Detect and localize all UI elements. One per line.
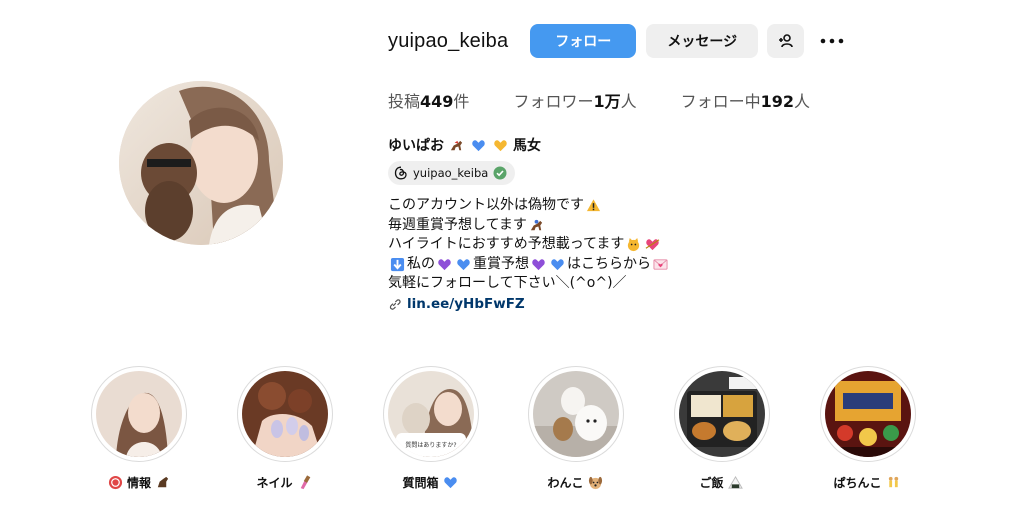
- profile-stats: 投稿 449 件 フォロワー 1万人 フォロー中 192 人: [388, 88, 854, 112]
- profile-avatar[interactable]: [119, 81, 283, 245]
- highlight-cover: 質問はありますか?: [388, 371, 474, 457]
- purple-heart-emoji: [437, 257, 452, 272]
- display-name-suffix: 馬女: [513, 138, 541, 154]
- blue-heart-emoji: [550, 257, 565, 272]
- highlight-ring: [820, 366, 916, 462]
- love-letter-emoji: [653, 257, 668, 272]
- highlight-ring: [528, 366, 624, 462]
- following-count[interactable]: フォロー中 192 人: [681, 88, 810, 112]
- highlight-ring: 質問はありますか?: [383, 366, 479, 462]
- bio-line-2: 毎週重賞予想してます: [388, 216, 527, 233]
- secret-emoji: [108, 475, 123, 490]
- bio-line: ハイライトにおすすめ予想載ってます: [388, 235, 670, 255]
- dog-face-emoji: [588, 475, 603, 490]
- blue-heart-emoji: [456, 257, 471, 272]
- bio-line-4-c: はこちらから: [567, 255, 651, 272]
- highlight-label: ぱちんこ: [833, 474, 902, 491]
- bio-line: このアカウント以外は偽物です: [388, 196, 670, 216]
- highlight-label-text: ぱちんこ: [833, 476, 882, 490]
- posts-value: 449: [420, 92, 454, 111]
- highlight-label: ネイル: [256, 474, 313, 491]
- highlight-ring: [237, 366, 333, 462]
- suggest-users-button[interactable]: [767, 24, 805, 58]
- yellow-heart-emoji: [493, 138, 508, 153]
- followers-label: フォロワー: [513, 92, 594, 111]
- highlight-ring: [91, 366, 187, 462]
- highlight-label-text: わんこ: [547, 476, 584, 490]
- bio-line: 私の 重賞予想 はこちらから: [388, 255, 670, 275]
- following-label: フォロー中: [680, 92, 761, 111]
- username[interactable]: yuipao_keiba: [388, 30, 508, 53]
- horse-emoji: [155, 475, 170, 490]
- posts-unit: 件: [453, 92, 470, 111]
- options-button[interactable]: [818, 24, 846, 58]
- verified-icon: [493, 166, 507, 180]
- threads-icon: [394, 166, 407, 180]
- story-highlights: 情報 ネイル 質問はありますか? 質問箱 わんこ ご飯 ぱちんこ: [0, 366, 1024, 516]
- highlight-label-text: 情報: [126, 476, 151, 490]
- threads-badge[interactable]: yuipao_keiba: [388, 161, 516, 185]
- highlight-cover: [96, 371, 182, 457]
- profile-link[interactable]: lin.ee/yHbFwFZ: [388, 296, 525, 312]
- highlight-info[interactable]: 情報: [84, 366, 194, 491]
- purple-heart-emoji: [531, 257, 546, 272]
- question-card-text: 質問はありますか?: [405, 441, 456, 449]
- highlight-label-text: ネイル: [256, 476, 293, 490]
- profile-link-text: lin.ee/yHbFwFZ: [407, 296, 525, 312]
- highlight-label: 質問箱: [402, 474, 459, 491]
- highlight-cover: [242, 371, 328, 457]
- add-user-icon: [778, 34, 793, 48]
- highlight-cover: [533, 371, 619, 457]
- highlight-cover: [679, 371, 765, 457]
- highlight-dog[interactable]: わんこ: [521, 366, 631, 491]
- following-value: 192: [760, 92, 795, 111]
- follow-button[interactable]: フォロー: [530, 24, 637, 58]
- highlight-label: ご飯: [699, 474, 744, 491]
- highlight-ring: [674, 366, 770, 462]
- display-name: ゆいぱお 馬女: [388, 135, 541, 155]
- kissing-cat-emoji: [626, 237, 641, 252]
- bio-text: このアカウント以外は偽物です 毎週重賞予想してます ハイライトにおすすめ予想載っ…: [388, 196, 670, 294]
- horse-racing-emoji: [529, 218, 544, 233]
- nail-polish-emoji: [297, 475, 312, 490]
- warning-emoji: [586, 198, 601, 213]
- heart-arrow-emoji: [645, 237, 660, 252]
- dancers-emoji: [886, 475, 901, 490]
- rice-ball-emoji: [727, 475, 743, 490]
- down-arrow-emoji: [390, 257, 405, 272]
- bio-line: 気軽にフォローして下さい＼(^o^)／: [388, 274, 670, 294]
- bio-line-3: ハイライトにおすすめ予想載ってます: [388, 236, 625, 252]
- message-button[interactable]: メッセージ: [646, 24, 759, 58]
- highlight-cover: [825, 371, 911, 457]
- following-unit: 人: [794, 92, 811, 111]
- bio-line-4-a: 私の: [407, 255, 435, 272]
- bio-line-1: このアカウント以外は偽物です: [388, 197, 584, 213]
- followers-count[interactable]: フォロワー 1万人: [513, 88, 636, 112]
- highlight-label: わんこ: [547, 474, 604, 491]
- profile-header: yuipao_keiba フォロー メッセージ: [388, 23, 846, 59]
- profile-photo: [119, 81, 283, 245]
- highlight-label-text: 質問箱: [402, 476, 439, 490]
- bio-line-5: 気軽にフォローして下さい＼(^o^)／: [388, 275, 627, 291]
- followers-unit: 人: [620, 92, 637, 111]
- highlight-pachinko[interactable]: ぱちんこ: [813, 366, 923, 491]
- display-name-part: ゆいぱお: [388, 138, 444, 154]
- highlight-questions[interactable]: 質問はありますか? 質問箱: [376, 366, 486, 491]
- followers-value: 1万: [593, 92, 621, 111]
- threads-handle: yuipao_keiba: [413, 166, 489, 180]
- highlight-food[interactable]: ご飯: [667, 366, 777, 491]
- more-icon: [820, 38, 844, 44]
- highlight-nail[interactable]: ネイル: [230, 366, 340, 491]
- blue-heart-emoji: [471, 138, 486, 153]
- bio-line-4-b: 重賞予想: [473, 255, 529, 272]
- horse-emoji: [449, 138, 464, 153]
- bio-line: 毎週重賞予想してます: [388, 216, 670, 236]
- highlight-label-text: ご飯: [699, 476, 724, 490]
- blue-heart-emoji: [443, 475, 458, 490]
- link-icon: [389, 298, 401, 310]
- highlight-label: 情報: [106, 474, 172, 491]
- posts-label: 投稿: [388, 92, 421, 111]
- posts-count: 投稿 449 件: [388, 88, 469, 112]
